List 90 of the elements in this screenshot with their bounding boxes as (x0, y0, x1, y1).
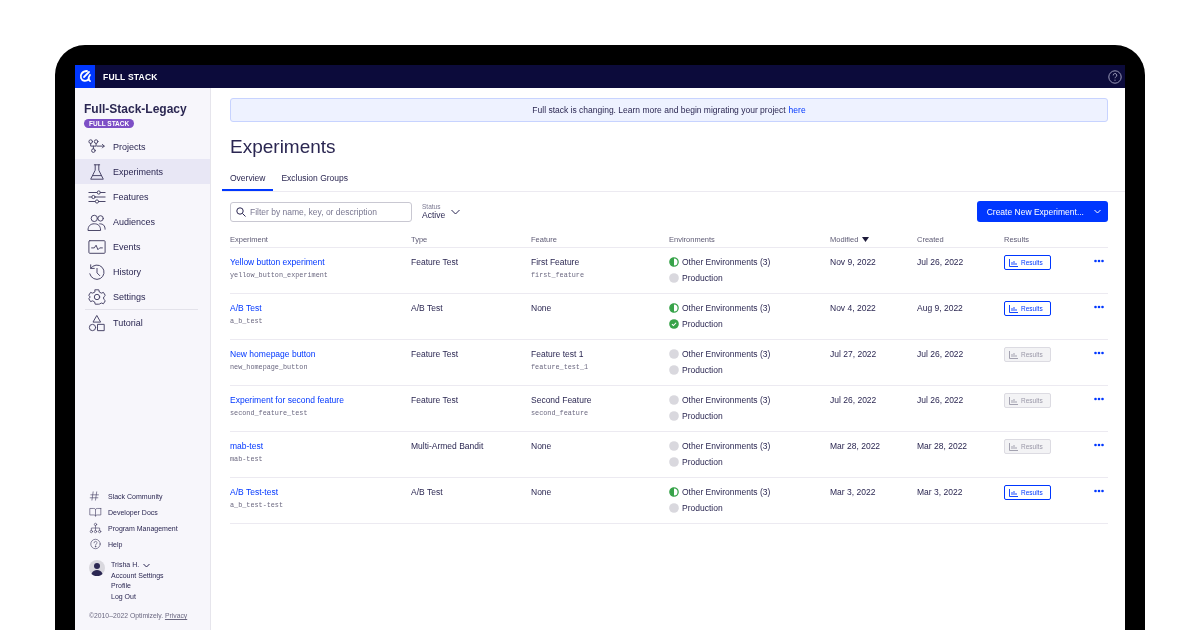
bar-chart-icon (1009, 304, 1018, 313)
search-field[interactable]: Filter by name, key, or description (230, 201, 412, 222)
bar-chart-icon (1009, 258, 1018, 267)
table-cell-text: Jul 26, 2022 (917, 257, 965, 267)
table-cell-text: Jul 26, 2022 (917, 395, 965, 405)
help-icon[interactable] (1108, 69, 1122, 84)
nav-item[interactable]: Tutorial (85, 309, 198, 335)
table-cell-text: Second Feature (531, 395, 593, 405)
environment-label: Production (682, 273, 723, 283)
table-cell-text: First Feature (531, 257, 581, 267)
table-cell-text: Mar 3, 2022 (917, 487, 964, 497)
nav-item[interactable]: Experiments (75, 159, 210, 184)
environment-label: Other Environments (3) (682, 487, 771, 497)
monitor-icon (87, 237, 107, 256)
table-cell-text: Aug 9, 2022 (917, 303, 964, 313)
sliders-icon (87, 187, 107, 206)
environment-label: Production (682, 411, 723, 421)
table-cell-text: Jul 26, 2022 (830, 395, 878, 405)
bar-chart-icon (1009, 396, 1018, 405)
create-experiment-button[interactable]: Create New Experiment... (976, 201, 1108, 222)
gear-icon (87, 287, 107, 306)
table-cell-text: A/B Test (411, 487, 444, 497)
hierarchy-icon (89, 522, 102, 534)
table-cell-text: Feature Test (411, 257, 460, 267)
table-cell-text: Feature Test (411, 349, 460, 359)
tab[interactable]: Overview (222, 167, 274, 191)
table-cell-text: Mar 28, 2022 (917, 441, 969, 451)
more-icon[interactable] (1094, 443, 1104, 447)
table-cell-text: Feature test 1 (531, 349, 585, 359)
table-cell-text: None (531, 487, 553, 497)
history-icon (87, 262, 107, 281)
banner-link[interactable]: here (788, 105, 806, 115)
experiment-link[interactable]: New homepage button (230, 349, 411, 359)
book-icon (89, 506, 102, 518)
table-cell-text: Nov 4, 2022 (830, 303, 877, 313)
nav-item[interactable]: History (75, 259, 210, 284)
flask-icon (87, 162, 107, 181)
nav-item[interactable]: Features (75, 184, 210, 209)
table-cell-text: Jul 26, 2022 (917, 349, 965, 359)
tab[interactable]: Exclusion Groups (273, 167, 357, 191)
more-icon[interactable] (1094, 259, 1104, 263)
table-cell-text: Nov 9, 2022 (830, 257, 877, 267)
sort-down-icon[interactable] (862, 237, 870, 242)
table-cell-text: Mar 3, 2022 (830, 487, 877, 497)
chevron-icon[interactable] (143, 562, 151, 568)
nav-item[interactable]: Audiences (75, 209, 210, 234)
experiment-link[interactable]: A/B Test-test (230, 487, 411, 497)
experiment-link[interactable]: A/B Test (230, 303, 411, 313)
page-title: Experiments (230, 136, 337, 159)
search-icon (236, 206, 246, 217)
environment-label: Other Environments (3) (682, 303, 771, 313)
projects-icon (87, 137, 107, 156)
bar-chart-icon (1009, 442, 1018, 451)
table-cell-text: Multi-Armed Bandit (411, 441, 485, 451)
banner-text: Full stack is changing. Learn more and begin migrating your project here (532, 105, 806, 115)
project-name: Full-Stack-Legacy (84, 102, 188, 116)
table-cell-text: None (531, 441, 553, 451)
logo-icon[interactable] (75, 65, 95, 88)
environment-label: Production (682, 457, 723, 467)
environment-label: Other Environments (3) (682, 349, 771, 359)
shapes-icon (87, 313, 107, 332)
more-icon[interactable] (1094, 351, 1104, 355)
environment-label: Production (682, 365, 723, 375)
brand-name: FULL STACK (103, 71, 158, 82)
more-icon[interactable] (1094, 397, 1104, 401)
experiment-link[interactable]: Experiment for second feature (230, 395, 411, 405)
experiment-link[interactable]: Yellow button experiment (230, 257, 411, 267)
nav-item[interactable]: Projects (75, 134, 210, 159)
table-cell-text: None (531, 303, 553, 313)
environment-label: Production (682, 319, 723, 329)
bar-chart-icon (1009, 350, 1018, 359)
more-icon[interactable] (1094, 305, 1104, 309)
environment-label: Other Environments (3) (682, 441, 771, 451)
bar-chart-icon (1009, 488, 1018, 497)
environment-label: Production (682, 503, 723, 513)
table-cell-text: A/B Test (411, 303, 444, 313)
hash-icon (89, 490, 102, 502)
table-cell-text: Jul 27, 2022 (830, 349, 878, 359)
environment-label: Other Environments (3) (682, 395, 771, 405)
avatar-icon (89, 560, 105, 576)
more-icon[interactable] (1094, 489, 1104, 493)
chevron-icon[interactable] (451, 208, 461, 215)
nav-item[interactable]: Settings (75, 284, 210, 309)
people-icon (87, 212, 107, 231)
experiment-link[interactable]: mab-test (230, 441, 411, 451)
table-cell-text: Feature Test (411, 395, 460, 405)
environment-label: Other Environments (3) (682, 257, 771, 267)
help-icon (89, 538, 102, 550)
nav-item[interactable]: Events (75, 234, 210, 259)
table-cell-text: Mar 28, 2022 (830, 441, 882, 451)
